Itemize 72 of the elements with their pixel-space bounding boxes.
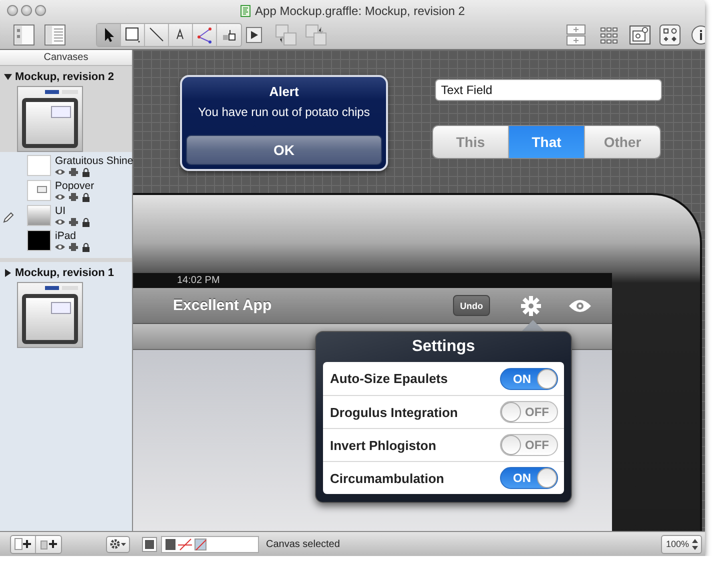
eye-icon[interactable] (55, 218, 65, 226)
lock-icon[interactable] (82, 168, 90, 177)
selection-tool-button[interactable] (97, 24, 121, 46)
toggle-switch[interactable]: ON (500, 467, 558, 489)
canvas-item[interactable]: Mockup, revision 2 Gratuitous Shine Popover UI iPad (0, 66, 132, 262)
list-layout-icon[interactable] (44, 24, 66, 46)
canvas-name: Mockup, revision 1 (15, 266, 114, 278)
undo-button[interactable]: Undo (453, 295, 490, 316)
popover-title: Settings (410, 337, 476, 357)
ok-button[interactable]: OK (186, 135, 382, 165)
toggle-switch[interactable]: OFF (500, 401, 558, 423)
bezier-icon (196, 26, 214, 44)
gear-icon (109, 538, 127, 550)
sidebar-header: Canvases (0, 50, 132, 66)
layer-plus-icon (40, 538, 58, 550)
layer-thumbnail (27, 155, 51, 176)
eye-icon[interactable] (568, 298, 592, 312)
status-message: Canvas selected (266, 538, 340, 550)
lock-icon[interactable] (82, 218, 90, 227)
text-field[interactable]: Text Field (435, 79, 662, 101)
page-plus-icon (14, 538, 32, 550)
layer-thumbnail (27, 205, 51, 226)
layer-thumbnail (27, 180, 51, 201)
grid-icon[interactable] (599, 24, 619, 44)
zoom-field[interactable]: 100% (660, 534, 702, 554)
minimize-button[interactable] (21, 5, 32, 16)
eye-icon[interactable] (55, 193, 65, 201)
sidebar-layout-icon[interactable] (13, 24, 35, 46)
eye-icon[interactable] (55, 168, 65, 176)
lock-icon[interactable] (82, 243, 90, 252)
eye-icon[interactable] (55, 243, 65, 251)
window-title: App Mockup.graffle: Mockup, revision 2 (255, 4, 465, 18)
layer-name[interactable]: UI (55, 205, 132, 217)
no-line-icon[interactable] (178, 538, 192, 550)
image-frame-icon[interactable] (629, 24, 651, 44)
line-icon (148, 26, 166, 44)
play-icon[interactable] (246, 26, 262, 42)
app-title: Excellent App (173, 297, 272, 314)
canvas-name: Mockup, revision 2 (15, 70, 114, 82)
layer-name[interactable]: iPad (55, 230, 132, 242)
shapes-icon[interactable] (659, 24, 681, 46)
alert-title: Alert (268, 84, 300, 99)
stepper-icon (692, 538, 698, 550)
lock-icon[interactable] (82, 193, 90, 202)
setting-label: Auto-Size Epaulets (330, 371, 448, 386)
setting-label: Invert Phlogiston (330, 438, 436, 452)
toggle-switch[interactable]: OFF (500, 434, 558, 456)
info-icon[interactable] (691, 24, 705, 44)
action-menu-button[interactable] (106, 536, 130, 552)
setting-label: Drogulus Integration (330, 404, 458, 420)
fill-color-well[interactable] (142, 536, 157, 552)
settings-icon[interactable] (520, 294, 542, 316)
segment-button[interactable]: That (509, 126, 585, 158)
toggle-switch[interactable]: ON (500, 368, 558, 390)
layer-name[interactable]: Popover (55, 180, 132, 192)
alert-message: You have run out of potato chips (197, 105, 371, 119)
disclosure-triangle-icon[interactable] (4, 72, 12, 80)
canvas-thumbnail (17, 282, 83, 348)
status-time: 14:02 PM (177, 275, 220, 286)
document-icon (240, 4, 252, 16)
canvas-item[interactable]: Mockup, revision 1 (0, 262, 132, 352)
rectangle-icon (124, 26, 142, 44)
stroke-color-icon[interactable] (165, 538, 176, 550)
layer-name[interactable]: Gratuitous Shine (55, 155, 134, 167)
layer-thumbnail (27, 230, 51, 251)
canvas-thumbnail (17, 86, 83, 152)
zoom-button[interactable] (35, 5, 46, 16)
shadow-icon[interactable] (194, 538, 207, 550)
setting-label: Circumambulation (330, 470, 444, 486)
disclosure-triangle-icon[interactable] (4, 268, 12, 276)
close-button[interactable] (7, 5, 18, 16)
stacked-plus-icon[interactable] (566, 24, 586, 46)
